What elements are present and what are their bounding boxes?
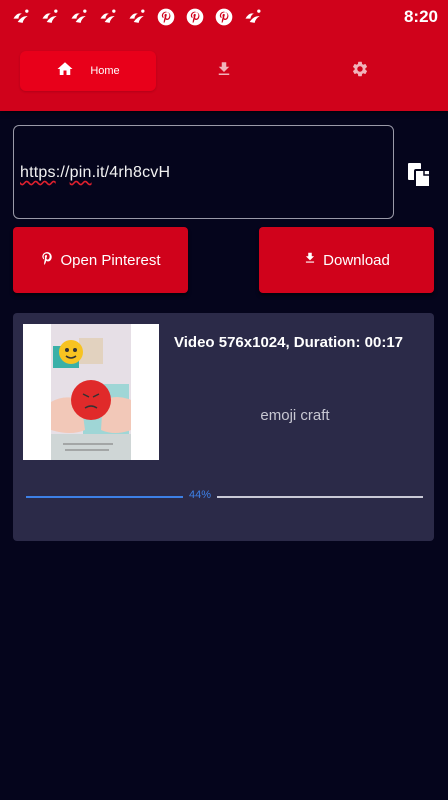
paste-button[interactable] — [405, 160, 435, 190]
tab-downloads[interactable] — [192, 51, 256, 91]
status-clock: 8:20 — [403, 7, 438, 26]
progress-fill — [26, 496, 183, 498]
progress-track — [217, 496, 423, 498]
download-icon — [215, 60, 233, 83]
app-notification-icon — [97, 6, 119, 28]
video-info: Video 576x1024, Duration: 00:17 — [174, 334, 403, 351]
download-icon — [303, 251, 317, 270]
app-notification-icon — [39, 6, 61, 28]
app-notification-icon — [242, 6, 264, 28]
pinterest-icon — [40, 251, 54, 270]
pinterest-icon — [213, 6, 235, 28]
top-nav: Home — [0, 45, 448, 97]
app-header: 8:20 Home — [0, 0, 448, 111]
url-input[interactable]: https://pin.it/4rh8cvH — [13, 125, 394, 219]
app-notification-icon — [10, 6, 32, 28]
progress-label: 44% — [189, 489, 212, 501]
video-title: emoji craft — [260, 407, 330, 424]
status-bar: 8:20 — [0, 0, 448, 34]
pinterest-icon — [155, 6, 177, 28]
tab-settings[interactable] — [328, 51, 392, 91]
gear-icon — [351, 60, 369, 83]
tab-home-label: Home — [90, 65, 120, 77]
pinterest-icon — [184, 6, 206, 28]
home-icon — [56, 60, 74, 83]
open-pinterest-label: Open Pinterest — [60, 251, 161, 269]
url-input-value: https://pin.it/4rh8cvH — [20, 164, 171, 181]
open-pinterest-button[interactable]: Open Pinterest — [13, 227, 188, 293]
download-item-card: Video 576x1024, Duration: 00:17 emoji cr… — [13, 313, 434, 541]
download-label: Download — [323, 251, 390, 269]
download-progress-bar: 44% — [26, 489, 423, 505]
notification-icons — [10, 6, 264, 28]
paste-icon — [405, 163, 435, 194]
video-thumbnail[interactable] — [23, 324, 159, 460]
tab-home[interactable]: Home — [20, 51, 156, 91]
app-notification-icon — [68, 6, 90, 28]
download-button[interactable]: Download — [259, 227, 434, 293]
app-notification-icon — [126, 6, 148, 28]
